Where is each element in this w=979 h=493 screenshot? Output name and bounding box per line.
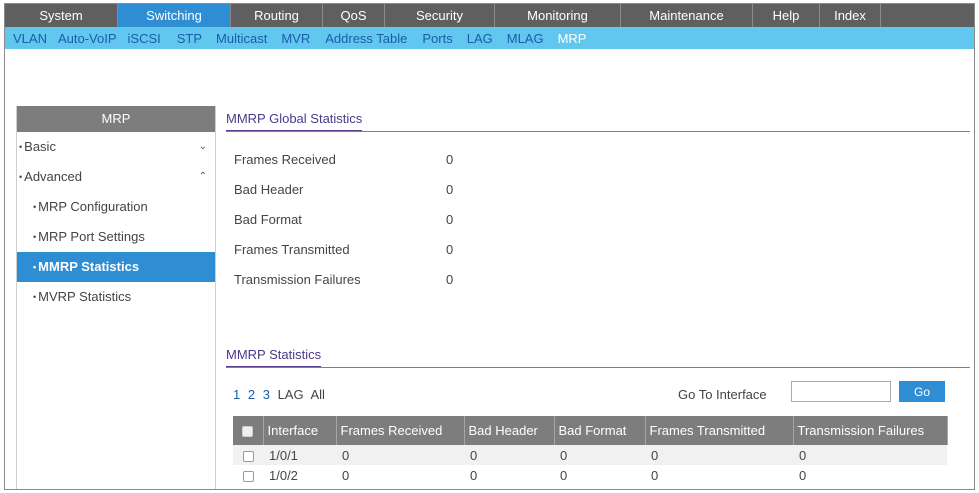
top-nav: System Switching Routing QoS Security Mo…: [5, 4, 974, 27]
cell-frames-transmitted: 0: [645, 465, 793, 485]
cell-interface: 1/0/2: [263, 465, 336, 485]
sub-nav-lag[interactable]: LAG: [467, 31, 493, 46]
bullet-icon: •: [19, 142, 23, 152]
goto-interface-label: Go To Interface: [678, 387, 767, 402]
col-bad-format: Bad Format: [554, 416, 646, 445]
sidebar-item-mmrp-statistics[interactable]: • MMRP Statistics: [17, 252, 215, 282]
select-all-checkbox-cell[interactable]: [233, 416, 264, 445]
sub-nav-address-table[interactable]: Address Table: [325, 31, 407, 46]
stat-value-frames-received: 0: [446, 152, 454, 167]
table-row[interactable]: 1/0/2 0 0 0 0 0: [233, 465, 947, 485]
sub-nav-iscsi[interactable]: iSCSI: [128, 31, 161, 46]
row-checkbox-cell[interactable]: [233, 465, 263, 485]
row-checkbox[interactable]: [242, 450, 254, 462]
col-interface: Interface: [263, 416, 337, 445]
select-all-checkbox[interactable]: [242, 426, 254, 438]
sub-nav-mrp[interactable]: MRP: [558, 31, 587, 46]
sub-nav: VLAN Auto-VoIP iSCSI STP Multicast MVR A…: [5, 27, 974, 49]
mmrp-stats-table: Interface Frames Received Bad Header Bad…: [233, 416, 948, 485]
section-divider: [226, 131, 970, 132]
sidebar-item-label: MMRP Statistics: [38, 259, 140, 274]
global-stats-title: MMRP Global Statistics: [226, 111, 363, 132]
cell-bad-header: 0: [464, 445, 554, 465]
sidebar-item-mrp-port-settings[interactable]: • MRP Port Settings: [17, 222, 215, 252]
top-tab-index[interactable]: Index: [820, 4, 881, 27]
col-frames-received: Frames Received: [336, 416, 465, 445]
top-tab-security[interactable]: Security: [385, 4, 495, 27]
col-transmission-failures: Transmission Failures: [793, 416, 948, 445]
bullet-icon: •: [33, 202, 37, 212]
sidebar-item-mrp-configuration[interactable]: • MRP Configuration: [17, 192, 215, 222]
cell-frames-transmitted: 0: [645, 445, 793, 465]
col-frames-transmitted: Frames Transmitted: [645, 416, 794, 445]
stat-label-bad-format: Bad Format: [234, 212, 302, 227]
sidebar-item-mvrp-statistics[interactable]: • MVRP Statistics: [17, 282, 215, 312]
stat-value-frames-transmitted: 0: [446, 242, 454, 257]
sidebar-item-label: MRP Port Settings: [38, 229, 145, 244]
sub-nav-stp[interactable]: STP: [177, 31, 202, 46]
mmrp-stats-title: MMRP Statistics: [226, 347, 322, 368]
sidebar-title: MRP: [17, 106, 215, 132]
cell-frames-received: 0: [336, 445, 464, 465]
row-checkbox-cell[interactable]: [233, 445, 263, 465]
app-frame: System Switching Routing QoS Security Mo…: [4, 3, 975, 490]
cell-frames-received: 0: [336, 465, 464, 485]
bullet-icon: •: [19, 172, 23, 182]
page-link-3[interactable]: 3: [263, 387, 270, 402]
sidebar-item-advanced[interactable]: • Advanced ⌃: [17, 162, 215, 192]
sub-nav-vlan[interactable]: VLAN: [13, 31, 47, 46]
top-tab-maintenance[interactable]: Maintenance: [621, 4, 753, 27]
sub-nav-mvr[interactable]: MVR: [281, 31, 310, 46]
chevron-down-icon[interactable]: ⌄: [199, 132, 207, 162]
top-tab-routing[interactable]: Routing: [231, 4, 323, 27]
top-tab-qos[interactable]: QoS: [323, 4, 385, 27]
pagination: 1 2 3 LAG All: [233, 387, 329, 402]
table-row[interactable]: 1/0/1 0 0 0 0 0: [233, 445, 947, 465]
stat-label-frames-transmitted: Frames Transmitted: [234, 242, 350, 257]
bullet-icon: •: [33, 262, 37, 272]
cell-bad-format: 0: [554, 445, 645, 465]
sidebar: MRP • Basic ⌄ • Advanced ⌃ • MRP Configurat…: [16, 106, 216, 489]
top-tab-help[interactable]: Help: [753, 4, 820, 27]
go-button[interactable]: Go: [899, 381, 945, 402]
stat-value-bad-format: 0: [446, 212, 454, 227]
sub-nav-mlag[interactable]: MLAG: [507, 31, 544, 46]
cell-interface: 1/0/1: [263, 445, 336, 465]
top-tab-monitoring[interactable]: Monitoring: [495, 4, 621, 27]
sidebar-item-label: Basic: [24, 139, 56, 154]
bullet-icon: •: [33, 292, 37, 302]
sidebar-item-label: MVRP Statistics: [38, 289, 132, 304]
goto-interface-input[interactable]: [791, 381, 891, 402]
stat-value-bad-header: 0: [446, 182, 454, 197]
section-divider: [226, 367, 970, 368]
cell-bad-format: 0: [554, 465, 645, 485]
stat-label-frames-received: Frames Received: [234, 152, 336, 167]
bullet-icon: •: [33, 232, 37, 242]
sidebar-item-label: Advanced: [24, 169, 82, 184]
row-checkbox[interactable]: [242, 470, 254, 482]
top-tab-system[interactable]: System: [5, 4, 118, 27]
chevron-up-icon[interactable]: ⌃: [199, 162, 207, 192]
top-tab-switching[interactable]: Switching: [118, 4, 231, 27]
sidebar-item-basic[interactable]: • Basic ⌄: [17, 132, 215, 162]
sub-nav-multicast[interactable]: Multicast: [216, 31, 267, 46]
sidebar-item-label: MRP Configuration: [38, 199, 148, 214]
stat-value-transmission-failures: 0: [446, 272, 454, 287]
page-link-all[interactable]: All: [311, 387, 325, 402]
page-link-1[interactable]: 1: [233, 387, 240, 402]
table-header-row: Interface Frames Received Bad Header Bad…: [233, 416, 948, 445]
stat-label-transmission-failures: Transmission Failures: [234, 272, 361, 287]
cell-transmission-failures: 0: [793, 445, 947, 465]
cell-transmission-failures: 0: [793, 465, 947, 485]
stat-label-bad-header: Bad Header: [234, 182, 304, 197]
col-bad-header: Bad Header: [464, 416, 555, 445]
page-link-2[interactable]: 2: [248, 387, 255, 402]
page-link-lag[interactable]: LAG: [278, 387, 304, 402]
sub-nav-auto-voip[interactable]: Auto-VoIP: [58, 31, 117, 46]
sub-nav-ports[interactable]: Ports: [422, 31, 452, 46]
cell-bad-header: 0: [464, 465, 554, 485]
